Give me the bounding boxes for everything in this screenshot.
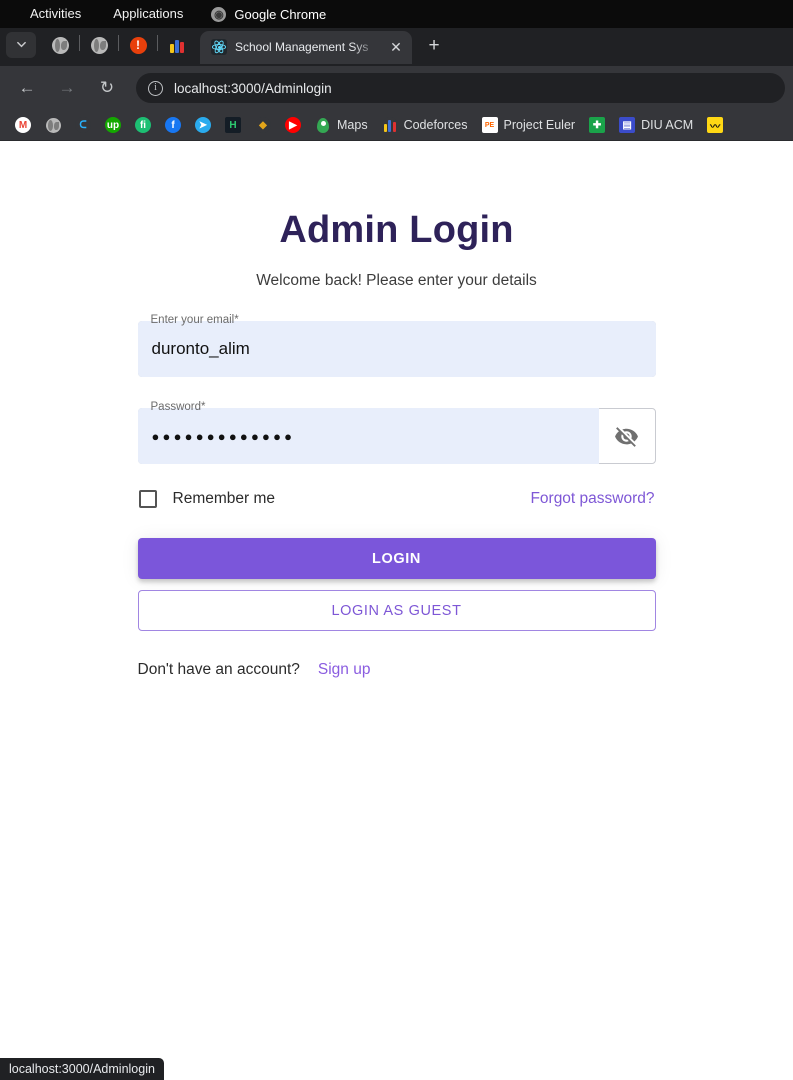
active-app-label: Google Chrome [234, 6, 327, 22]
address-bar-url: localhost:3000/Adminlogin [174, 80, 332, 96]
pinned-tab-globe-2[interactable] [82, 31, 116, 61]
tab-title: School Management Sys [235, 40, 369, 54]
yellow-bookmark-icon: 〰 [707, 117, 724, 133]
forgot-password-link[interactable]: Forgot password? [530, 490, 654, 508]
codeforces-icon [170, 39, 184, 53]
bookmark-item[interactable]: ✚ [582, 113, 612, 137]
google-maps-icon [315, 117, 331, 133]
bookmark-item[interactable]: ◆ [248, 113, 278, 137]
youtube-icon: ▶ [285, 117, 301, 133]
error-circle-icon: ! [129, 37, 147, 54]
codeforces-icon [381, 117, 398, 133]
email-field[interactable]: Enter your email * Enter your email* dur… [137, 314, 656, 377]
remember-me-label: Remember me [172, 490, 276, 507]
pinned-tab-codeforces[interactable] [160, 31, 194, 61]
globe-icon [90, 37, 108, 54]
reload-button[interactable]: ↻ [92, 73, 122, 103]
freelancer-icon: ᑕ [75, 117, 91, 133]
browser-tab-strip: ! School Management Sys ✕ + [0, 28, 793, 66]
bookmark-label: DIU ACM [641, 118, 694, 132]
bookmark-item[interactable]: PE Project Euler [475, 113, 583, 137]
tab-separator [79, 35, 80, 51]
login-card: Admin Login Welcome back! Please enter y… [137, 141, 656, 679]
password-input[interactable]: ●●●●●●●●●●●●● [137, 408, 599, 464]
remember-me-checkbox[interactable] [138, 490, 157, 508]
page-title: Admin Login [279, 209, 514, 251]
toggle-password-visibility-button[interactable] [598, 409, 655, 463]
bookmark-item[interactable]: fi [128, 113, 158, 137]
pinned-tab-error[interactable]: ! [121, 31, 155, 61]
email-input-value: duronto_alim [151, 339, 250, 358]
page-content: Admin Login Welcome back! Please enter y… [0, 141, 793, 1007]
chevron-down-icon[interactable] [6, 31, 36, 58]
globe-icon [45, 117, 61, 133]
email-input[interactable]: duronto_alim [137, 321, 656, 377]
bookmark-item[interactable]: H [218, 113, 248, 137]
forward-button[interactable]: → [52, 73, 82, 103]
applications-button[interactable]: Applications [97, 0, 199, 28]
upwork-icon: up [105, 117, 121, 133]
bookmark-item[interactable] [38, 113, 68, 137]
email-label-text: Enter your email [150, 314, 235, 326]
remember-row: Remember me Forgot password? [138, 490, 656, 508]
telegram-icon: ➤ [195, 117, 211, 133]
green-cross-icon: ✚ [589, 117, 606, 133]
status-link-preview: localhost:3000/Adminlogin [0, 1058, 164, 1080]
tab-separator [118, 35, 119, 51]
signup-question: Don't have an account? [137, 661, 300, 678]
active-app-indicator[interactable]: ◉ Google Chrome [199, 6, 338, 22]
remember-me-control[interactable]: Remember me [138, 490, 276, 508]
new-tab-button[interactable]: + [420, 32, 448, 60]
pinned-tab-globe-1[interactable] [43, 31, 77, 61]
bookmark-item[interactable]: Codeforces [375, 113, 475, 137]
react-icon [211, 39, 227, 55]
fiverr-icon: fi [135, 117, 151, 133]
tab-separator [157, 35, 158, 51]
facebook-icon: f [165, 117, 181, 133]
info-circle-icon[interactable]: i [148, 80, 163, 96]
bookmark-item[interactable]: f [158, 113, 188, 137]
bookmark-item[interactable]: ᑕ [68, 113, 98, 137]
hackerearth-icon: H [225, 117, 241, 133]
globe-icon [51, 37, 69, 54]
bookmark-item[interactable]: M [8, 113, 38, 137]
page-subtitle: Welcome back! Please enter your details [256, 272, 537, 289]
browser-toolbar: ← → ↻ i localhost:3000/Adminlogin [0, 66, 793, 110]
password-field[interactable]: Password * Password* ●●●●●●●●●●●●● [137, 401, 656, 464]
diu-acm-icon: ▤ [619, 117, 636, 133]
visibility-off-icon [615, 426, 638, 447]
os-top-bar: Activities Applications ◉ Google Chrome [0, 0, 793, 28]
email-required-mark: * [234, 314, 239, 326]
gmail-icon: M [15, 117, 31, 133]
activities-button[interactable]: Activities [14, 0, 97, 28]
chrome-icon: ◉ [211, 6, 227, 22]
close-icon[interactable]: ✕ [387, 38, 405, 56]
bookmark-item[interactable]: up [98, 113, 128, 137]
password-input-value: ●●●●●●●●●●●●● [151, 428, 296, 444]
password-field-label: Password* [151, 401, 206, 413]
back-button[interactable]: ← [12, 73, 42, 103]
bookmark-item[interactable]: ▶ [278, 113, 308, 137]
bookmark-label: Project Euler [503, 118, 576, 132]
address-bar[interactable]: i localhost:3000/Adminlogin [136, 73, 785, 103]
password-label-text: Password [150, 401, 202, 413]
login-as-guest-button[interactable]: LOGIN AS GUEST [137, 590, 656, 631]
bookmark-item[interactable]: ▤ DIU ACM [612, 113, 700, 137]
bookmark-label: Maps [337, 118, 368, 132]
diamond-icon: ◆ [255, 117, 271, 133]
signup-row: Don't have an account? Sign up [138, 661, 656, 679]
sign-up-link[interactable]: Sign up [318, 661, 371, 679]
password-required-mark: * [201, 401, 206, 413]
bookmark-item[interactable]: Maps [308, 113, 375, 137]
login-button[interactable]: LOGIN [137, 538, 656, 579]
bookmark-item[interactable]: ➤ [188, 113, 218, 137]
browser-tab-active[interactable]: School Management Sys ✕ [200, 30, 412, 64]
bookmark-item[interactable]: 〰 [700, 113, 730, 137]
email-field-label: Enter your email* [151, 314, 239, 326]
bookmarks-bar: M ᑕ up fi f ➤ H ◆ ▶ Maps Codeforces PE Project Euler… [0, 110, 793, 141]
project-euler-icon: PE [481, 117, 498, 133]
bookmark-label: Codeforces [403, 118, 468, 132]
